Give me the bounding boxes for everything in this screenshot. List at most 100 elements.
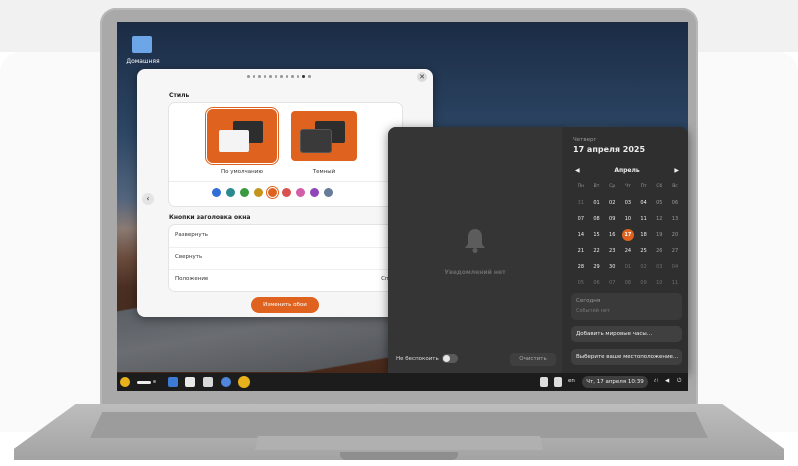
calendar-day[interactable]: 09 — [604, 211, 620, 227]
calendar-day[interactable]: 30 — [604, 259, 620, 275]
workspace-indicator-icon[interactable] — [137, 381, 151, 384]
calendar-day[interactable]: 07 — [573, 211, 589, 227]
weekday-label: Четверг — [573, 137, 597, 143]
calendar-day[interactable]: 06 — [589, 275, 605, 291]
accent-color-swatch[interactable] — [212, 188, 221, 197]
calendar-day[interactable]: 24 — [620, 243, 636, 259]
page-dot[interactable] — [302, 75, 305, 78]
page-dot[interactable] — [247, 75, 250, 78]
calendar-day[interactable]: 09 — [636, 275, 652, 291]
calendar-day[interactable]: 06 — [667, 195, 683, 211]
calendar-day[interactable]: 11 — [667, 275, 683, 291]
calendar-day[interactable]: 08 — [589, 211, 605, 227]
calendar-day[interactable]: 04 — [667, 259, 683, 275]
calendar-day[interactable]: 18 — [636, 227, 652, 243]
power-icon[interactable]: ⏻ — [677, 378, 681, 385]
accent-color-swatch[interactable] — [324, 188, 333, 197]
minimize-label: Свернуть — [175, 254, 203, 260]
close-icon[interactable]: ✕ — [417, 72, 427, 82]
calendar-day[interactable]: 03 — [651, 259, 667, 275]
change-wallpaper-button[interactable]: Изменить обои — [251, 297, 319, 313]
maximize-row[interactable]: Развернуть — [169, 225, 402, 248]
text-editor-app-icon[interactable] — [185, 377, 195, 387]
accent-color-swatch[interactable] — [282, 188, 291, 197]
full-date[interactable]: 17 апреля 2025 — [573, 145, 645, 154]
workspace-dot-icon[interactable] — [153, 380, 156, 383]
calendar-day[interactable]: 10 — [620, 211, 636, 227]
accent-color-swatch[interactable] — [268, 188, 277, 197]
page-dot[interactable] — [258, 75, 261, 78]
today-label: Сегодня — [576, 298, 601, 304]
calendar-day[interactable]: 29 — [589, 259, 605, 275]
page-dot[interactable] — [296, 75, 299, 78]
calendar-day[interactable]: 27 — [667, 243, 683, 259]
calendar-day[interactable]: 15 — [589, 227, 605, 243]
keyboard-layout-indicator[interactable]: en — [568, 378, 575, 384]
network-icon[interactable]: ⛙ — [654, 378, 658, 385]
calendar-day[interactable]: 07 — [604, 275, 620, 291]
calendar-day[interactable]: 01 — [589, 195, 605, 211]
files-app-icon[interactable] — [168, 377, 178, 387]
calendar-day[interactable]: 08 — [620, 275, 636, 291]
do-not-disturb-label: Не беспокоить — [396, 356, 439, 362]
settings-app-icon[interactable] — [239, 377, 249, 387]
page-dot[interactable] — [280, 75, 283, 78]
calendar-day[interactable]: 11 — [636, 211, 652, 227]
calendar-day[interactable]: 05 — [573, 275, 589, 291]
accent-color-swatch[interactable] — [310, 188, 319, 197]
accent-color-swatch[interactable] — [254, 188, 263, 197]
calendar-day[interactable]: 04 — [636, 195, 652, 211]
page-dot[interactable] — [308, 75, 311, 78]
calendar-day[interactable]: 02 — [604, 195, 620, 211]
calendar-day[interactable]: 20 — [667, 227, 683, 243]
calendar-day[interactable]: 26 — [651, 243, 667, 259]
calendar-day[interactable]: 28 — [573, 259, 589, 275]
do-not-disturb-toggle[interactable] — [442, 354, 458, 363]
page-dot[interactable] — [252, 75, 255, 78]
chevron-left-icon[interactable]: ‹ — [142, 193, 154, 205]
calendar-day[interactable]: 05 — [651, 195, 667, 211]
choose-location-button[interactable]: Выберите ваше местоположение… — [571, 349, 682, 365]
page-dot[interactable] — [269, 75, 272, 78]
clear-button[interactable]: Очистить — [510, 353, 556, 366]
next-month-icon[interactable]: ▶ — [674, 167, 679, 174]
screenshot-icon[interactable] — [554, 377, 562, 387]
clock-button[interactable]: Чт, 17 апреля 10:39 — [582, 376, 648, 388]
accent-color-swatch[interactable] — [296, 188, 305, 197]
calendar-day[interactable]: 16 — [604, 227, 620, 243]
position-row[interactable]: Положение Справа — [169, 269, 402, 291]
accent-color-swatch[interactable] — [240, 188, 249, 197]
calendar-day[interactable]: 25 — [636, 243, 652, 259]
calendar-day[interactable]: 23 — [604, 243, 620, 259]
volume-icon[interactable]: ◀ — [665, 378, 669, 384]
page-dot[interactable] — [274, 75, 277, 78]
calendar-day[interactable]: 03 — [620, 195, 636, 211]
software-app-icon[interactable] — [203, 377, 213, 387]
page-dot[interactable] — [291, 75, 294, 78]
home-folder-icon[interactable] — [132, 36, 152, 53]
calendar-day[interactable]: 02 — [636, 259, 652, 275]
theme-default-thumbnail[interactable] — [209, 111, 275, 161]
accent-color-swatch[interactable] — [226, 188, 235, 197]
calendar-day[interactable]: 12 — [651, 211, 667, 227]
events-today[interactable]: Сегодня Событий нет — [571, 293, 682, 320]
app-menu-icon[interactable] — [120, 377, 130, 387]
calendar-day[interactable]: 17 — [620, 227, 636, 243]
add-world-clocks-button[interactable]: Добавить мировые часы… — [571, 326, 682, 342]
calendar-day[interactable]: 14 — [573, 227, 589, 243]
clipboard-icon[interactable] — [540, 377, 548, 387]
calendar-day[interactable]: 19 — [651, 227, 667, 243]
minimize-row[interactable]: Свернуть — [169, 247, 402, 270]
calendar-day[interactable]: 31 — [573, 195, 589, 211]
prev-month-icon[interactable]: ◀ — [575, 167, 580, 174]
page-dot[interactable] — [263, 75, 266, 78]
calendar-day[interactable]: 01 — [620, 259, 636, 275]
calendar-day[interactable]: 10 — [651, 275, 667, 291]
calendar-day[interactable]: 21 — [573, 243, 589, 259]
no-notifications-text: Уведомлений нет — [444, 269, 506, 276]
browser-app-icon[interactable] — [221, 377, 231, 387]
theme-dark-thumbnail[interactable] — [291, 111, 357, 161]
page-dot[interactable] — [285, 75, 288, 78]
calendar-day[interactable]: 22 — [589, 243, 605, 259]
calendar-day[interactable]: 13 — [667, 211, 683, 227]
